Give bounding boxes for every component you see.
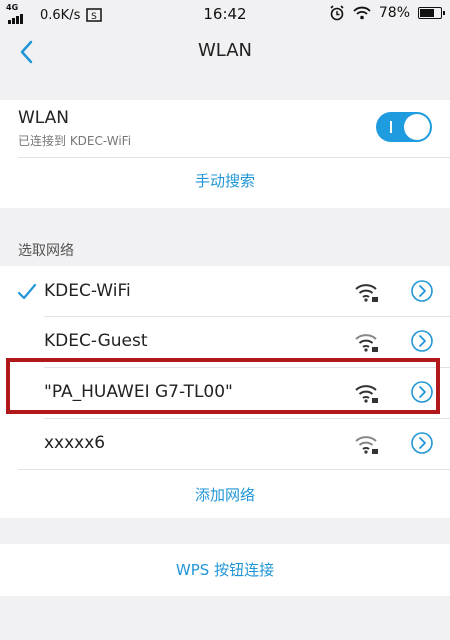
divider <box>18 469 450 470</box>
wps-button[interactable]: WPS 按钮连接 <box>0 559 450 580</box>
wifi-locked-icon <box>355 334 378 352</box>
wlan-label: WLAN <box>18 108 70 128</box>
nav-bar: WLAN <box>0 30 450 74</box>
network-details-icon[interactable] <box>410 329 434 353</box>
page-title: WLAN <box>197 40 253 61</box>
network-name: KDEC-WiFi <box>44 281 131 301</box>
wifi-locked-icon <box>355 284 378 302</box>
wps-card: WPS 按钮连接 <box>0 544 450 596</box>
network-name: KDEC-Guest <box>44 331 148 351</box>
alarm-icon <box>330 5 344 21</box>
status-right: 78% <box>329 5 445 21</box>
network-details-icon[interactable] <box>410 431 434 455</box>
check-icon <box>17 283 37 300</box>
network-details-icon[interactable] <box>410 279 434 303</box>
network-name: xxxxx6 <box>44 433 106 453</box>
manual-search-button[interactable]: 手动搜索 <box>0 170 450 191</box>
network-row[interactable]: xxxxx6 <box>0 419 450 469</box>
highlight-box <box>6 358 440 414</box>
wlan-card: WLAN 已连接到 KDEC-WiFi 手动搜索 <box>0 100 450 208</box>
wlan-toggle-row[interactable]: WLAN 已连接到 KDEC-WiFi <box>0 100 450 156</box>
choose-network-label: 选取网络 <box>18 243 74 259</box>
status-bar: 4G 0.6K/s S 16:42 78% <box>0 0 450 30</box>
wifi-locked-icon <box>355 436 378 454</box>
add-network-button[interactable]: 添加网络 <box>0 484 450 505</box>
wifi-status-icon <box>353 6 371 20</box>
battery-icon <box>418 7 445 19</box>
wlan-toggle[interactable] <box>376 112 432 142</box>
divider <box>18 157 450 158</box>
battery-percent: 78% <box>378 5 410 21</box>
network-row[interactable]: KDEC-WiFi <box>0 266 450 316</box>
wlan-connected-status: 已连接到 KDEC-WiFi <box>18 134 132 148</box>
